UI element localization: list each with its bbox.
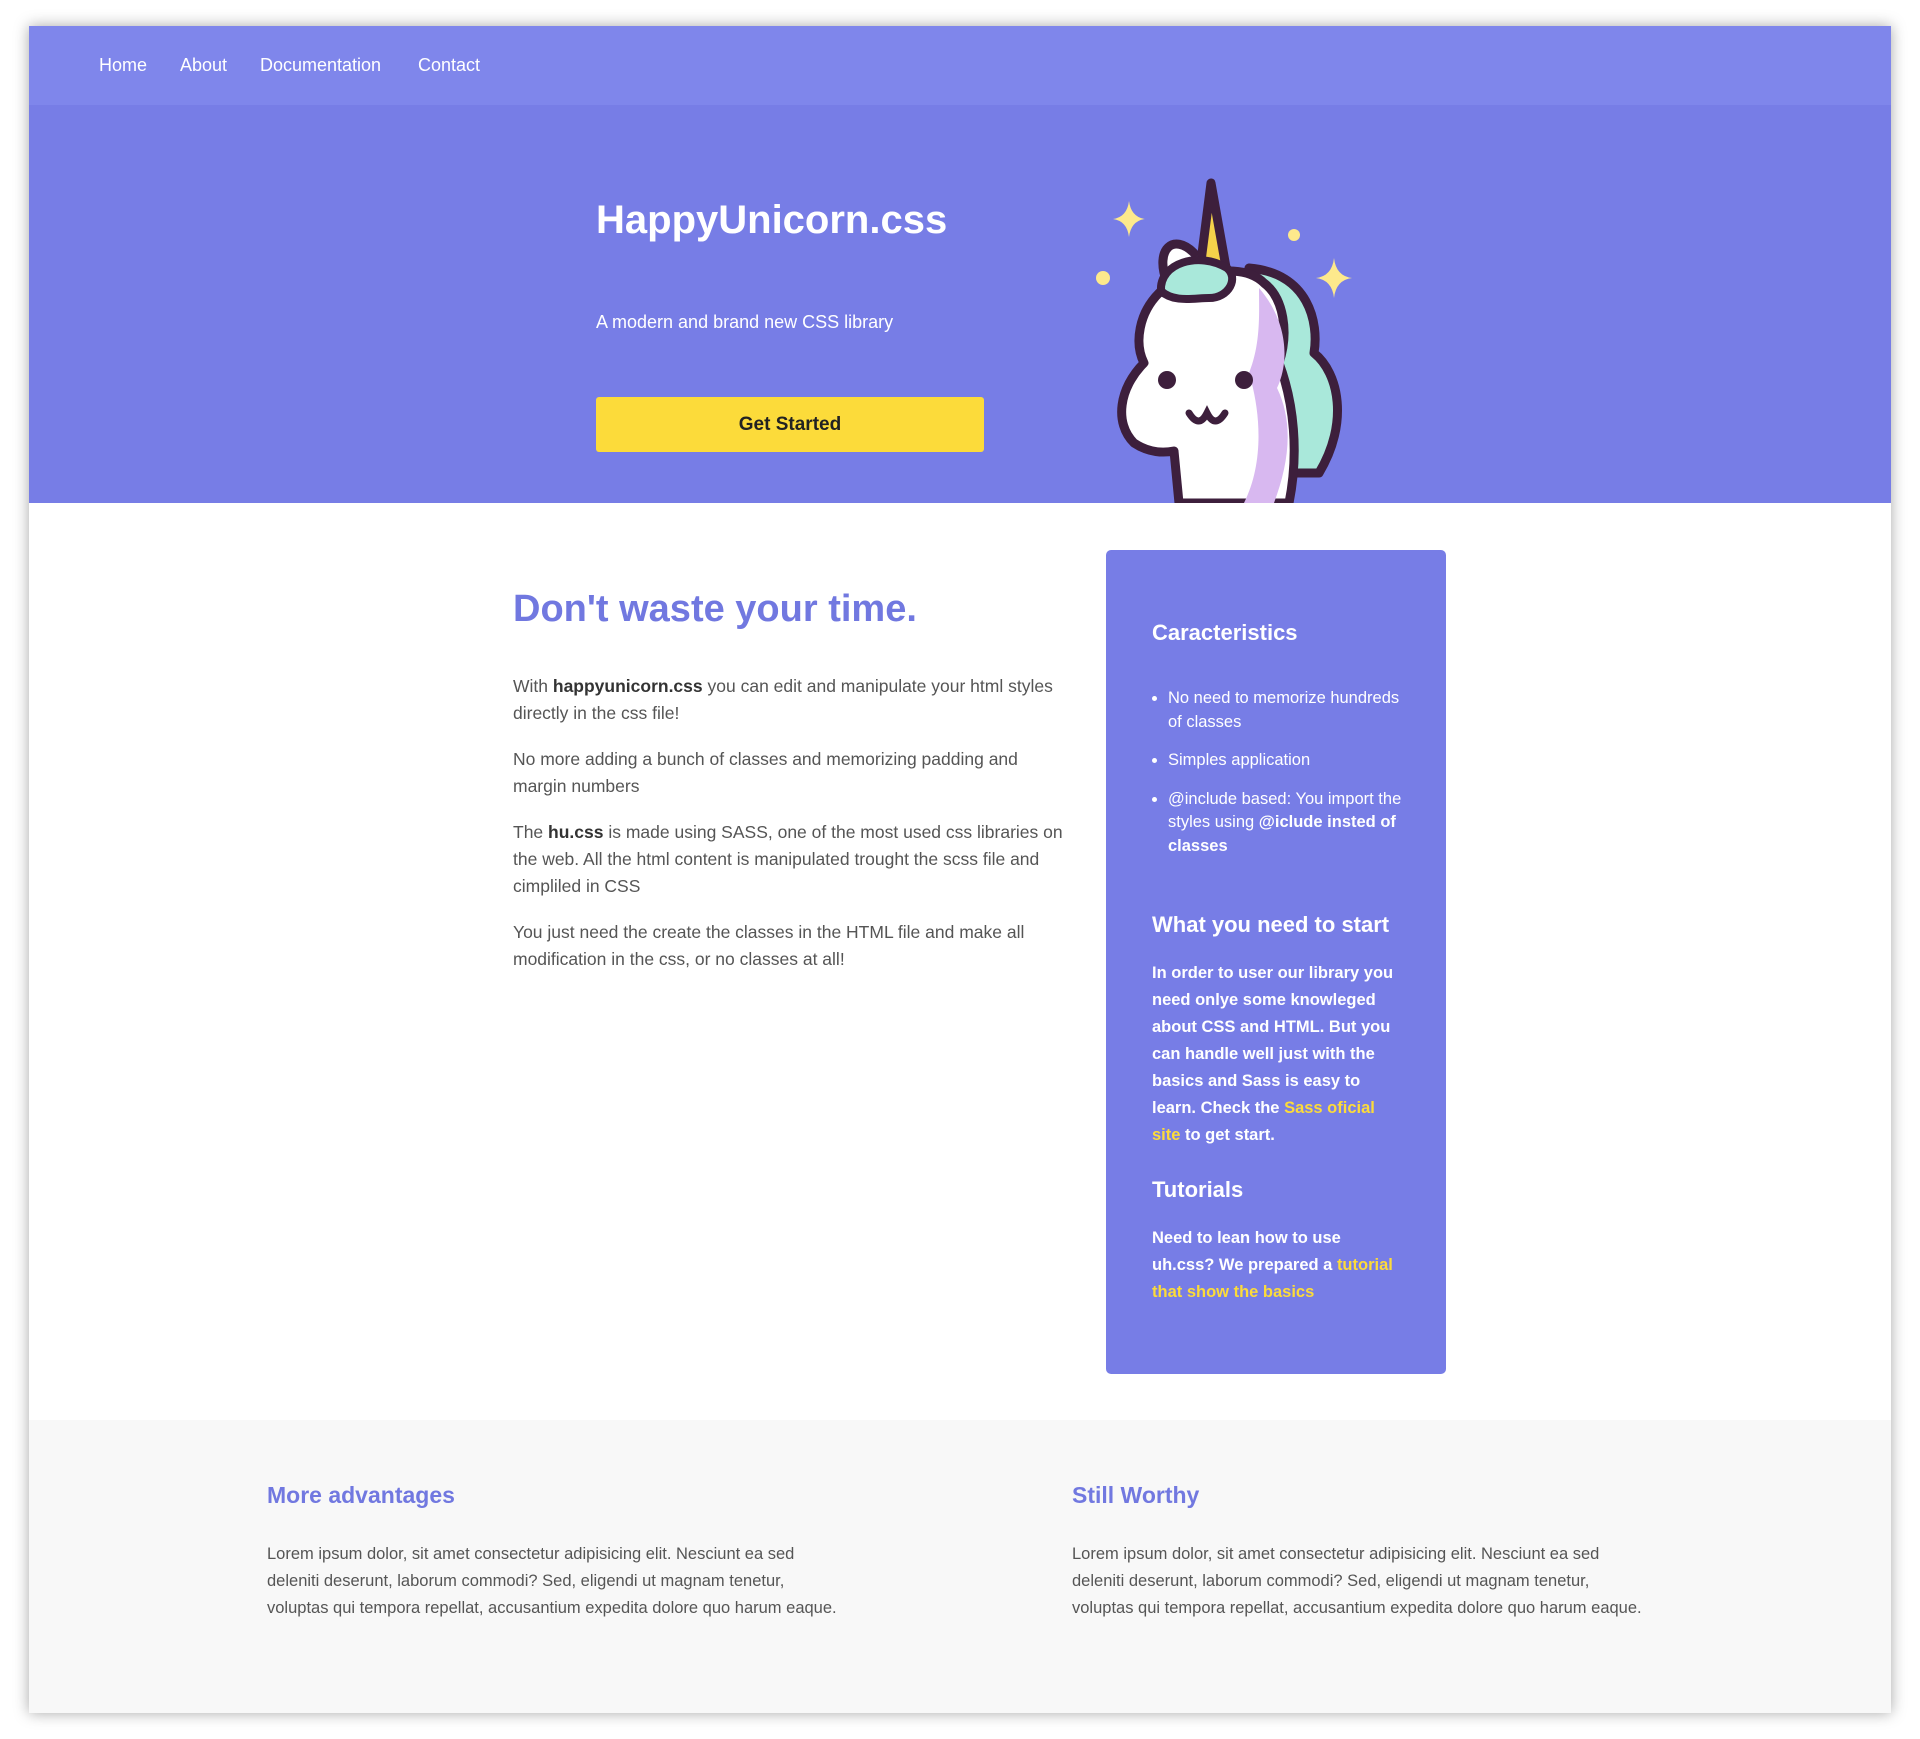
bold-text: hu.css	[548, 822, 604, 842]
eye-icon	[1158, 371, 1176, 389]
sidebar-card: Caracteristics No need to memorize hundr…	[1106, 550, 1446, 1374]
text-span: to get start.	[1180, 1126, 1275, 1144]
main-paragraph: You just need the create the classes in …	[513, 922, 1025, 969]
sidebar-paragraph: Need to lean how to use uh.css? We prepa…	[1152, 1225, 1402, 1306]
hero-section: HappyUnicorn.css A modern and brand new …	[29, 105, 1891, 503]
text-span: Need to lean how to use uh.css? We prepa…	[1152, 1229, 1341, 1274]
get-started-button[interactable]: Get Started	[596, 397, 984, 452]
main-paragraph: The hu.css is made using SASS, one of th…	[513, 819, 1073, 900]
nav-about[interactable]: About	[180, 26, 227, 105]
footer-text: Lorem ipsum dolor, sit amet consectetur …	[1072, 1545, 1642, 1617]
main-title: Don't waste your time.	[513, 588, 917, 630]
main-paragraph: No more adding a bunch of classes and me…	[513, 749, 1018, 796]
text-span: In order to user our library you need on…	[1152, 964, 1394, 1117]
unicorn-illustration	[1096, 178, 1352, 503]
nav-home[interactable]: Home	[99, 26, 147, 105]
sidebar-heading-caracteristics: Caracteristics	[1152, 620, 1298, 645]
footer-text: Lorem ipsum dolor, sit amet consectetur …	[267, 1545, 837, 1617]
sidebar-paragraph: In order to user our library you need on…	[1152, 960, 1402, 1149]
dot-icon	[1096, 271, 1110, 285]
dot-icon	[1288, 229, 1300, 241]
sidebar-heading-start: What you need to start	[1152, 912, 1390, 937]
sidebar-heading-tutorials: Tutorials	[1152, 1177, 1244, 1202]
footer-section: More advantages Lorem ipsum dolor, sit a…	[29, 1420, 1891, 1713]
sparkle-icon	[1113, 201, 1145, 237]
main-paragraph: With happyunicorn.css you can edit and m…	[513, 673, 1073, 727]
text-span: With	[513, 676, 553, 696]
bold-text: happyunicorn.css	[552, 676, 703, 696]
list-item: @include based: You import the styles us…	[1168, 788, 1408, 859]
list-item: Simples application	[1168, 749, 1408, 773]
top-nav: Home About Documentation Contact	[29, 26, 1891, 105]
main-text: With happyunicorn.css you can edit and m…	[513, 673, 1073, 992]
hero-title: HappyUnicorn.css	[596, 198, 948, 242]
list-item: No need to memorize hundreds of classes	[1168, 687, 1408, 734]
eye-icon	[1235, 371, 1253, 389]
text-span: The	[513, 822, 549, 842]
sparkle-icon	[1316, 258, 1352, 298]
page-frame: Home About Documentation Contact HappyUn…	[29, 26, 1891, 1713]
caracteristics-list: No need to memorize hundreds of classes …	[1152, 687, 1408, 873]
nav-documentation[interactable]: Documentation	[260, 26, 381, 105]
footer-title-still-worthy: Still Worthy	[1072, 1482, 1200, 1508]
hero-subtitle: A modern and brand new CSS library	[596, 312, 894, 332]
nav-contact[interactable]: Contact	[418, 26, 480, 105]
footer-title-more-advantages: More advantages	[267, 1482, 455, 1508]
